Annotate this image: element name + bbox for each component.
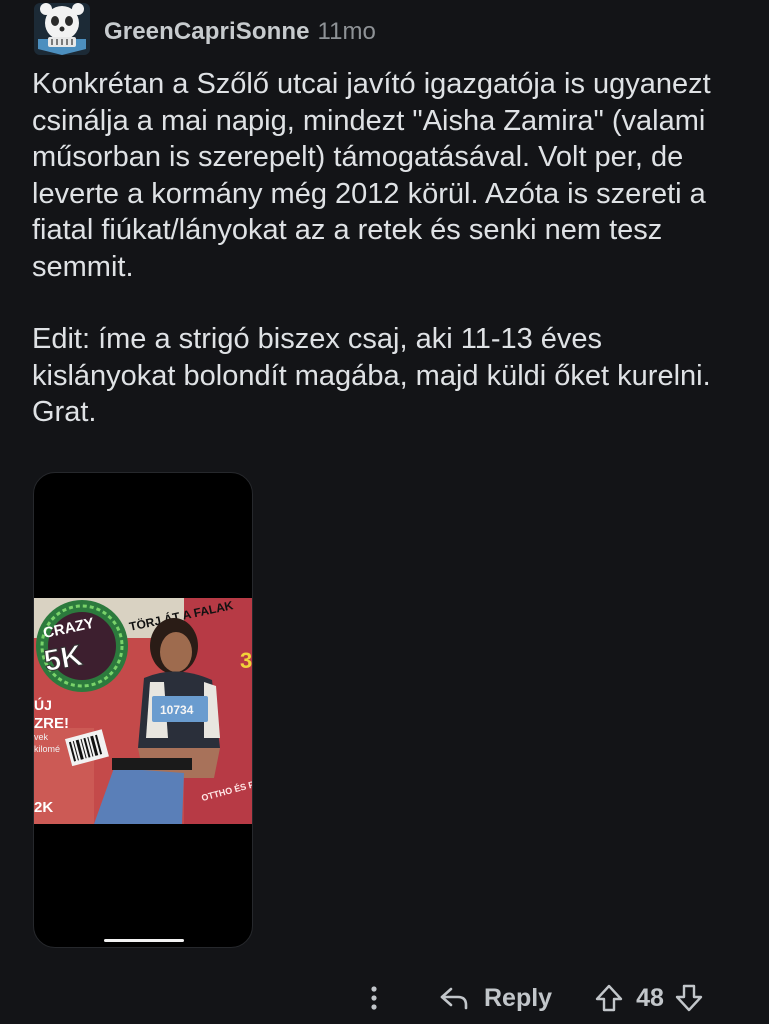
comment-body: Konkrétan a Szőlő utcai javító igazgatój… xyxy=(32,66,747,431)
comment-timestamp: 11mo xyxy=(317,18,376,45)
comment-paragraph: Konkrétan a Szőlő utcai javító igazgatój… xyxy=(32,68,711,283)
cover-corner-right: 3 xyxy=(240,648,252,673)
avatar-icon[interactable] xyxy=(32,0,92,57)
cover-side-mid: ZRE! xyxy=(34,715,69,732)
more-options-button[interactable] xyxy=(360,978,388,1018)
comment-paragraph: Edit: íme a strigó biszex csaj, aki 11-1… xyxy=(32,323,711,428)
vote-group: 48 xyxy=(594,983,704,1013)
vote-count: 48 xyxy=(636,983,664,1012)
upvote-button[interactable] xyxy=(594,983,624,1013)
home-indicator xyxy=(104,939,184,942)
downvote-button[interactable] xyxy=(674,983,704,1013)
comment-author[interactable]: GreenCapriSonne xyxy=(104,18,310,46)
upvote-arrow-icon xyxy=(595,984,623,1012)
reply-arrow-icon xyxy=(440,987,468,1010)
more-options-icon xyxy=(371,986,377,1010)
cover-side-small1: vek xyxy=(34,732,49,742)
cover-side-top: ÚJ xyxy=(34,696,52,713)
magazine-cover-image: CRAZY 5K TÖRJ ÁT A FALAK 10734 ÚJ ZRE! v xyxy=(34,598,252,824)
reply-label: Reply xyxy=(484,983,553,1012)
cover-side-small2: kilomé xyxy=(34,744,60,754)
cover-side-bottom: 2K xyxy=(34,799,53,816)
downvote-arrow-icon xyxy=(675,984,703,1012)
cover-badge-big: 5K xyxy=(42,639,86,678)
comment-header: GreenCapriSonne 11mo xyxy=(32,0,376,64)
reply-button[interactable]: Reply xyxy=(438,984,552,1013)
cover-bib-number: 10734 xyxy=(160,703,194,717)
image-attachment[interactable]: CRAZY 5K TÖRJ ÁT A FALAK 10734 ÚJ ZRE! v xyxy=(33,472,253,948)
comment-action-bar: Reply 48 xyxy=(360,978,704,1018)
